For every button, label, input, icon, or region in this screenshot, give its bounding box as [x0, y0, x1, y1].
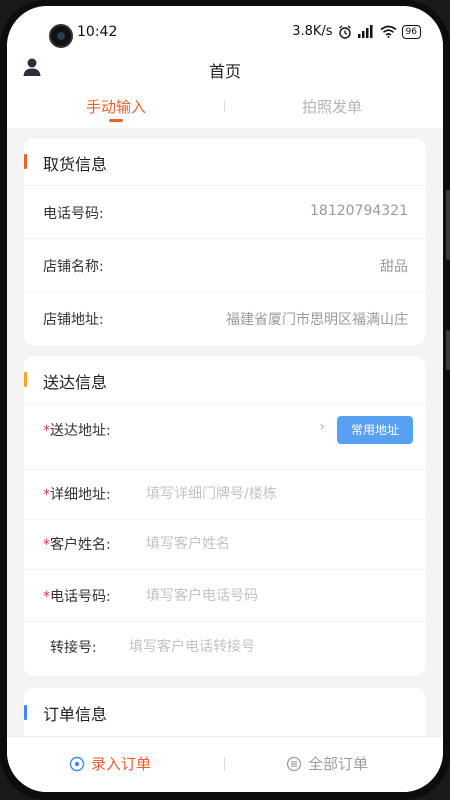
screen: 10:42 3.8K/s 96 首页 手动输入 拍照发单 取货信息 电话号码: … [7, 6, 443, 792]
order-card-header: 订单信息 [24, 688, 425, 736]
order-accent-bar [24, 705, 27, 720]
extension-row: 转接号: [24, 622, 425, 674]
customer-name-label: *客户姓名: [43, 534, 111, 554]
delivery-address-label-text: 送达地址: [50, 423, 111, 439]
delivery-card-header: 送达信息 [24, 356, 425, 404]
required-mark: * [43, 487, 50, 503]
shop-address-row: 店铺地址: 福建省厦门市思明区福满山庄 [24, 292, 425, 345]
pickup-phone-value: 18120794321 [310, 203, 408, 219]
volume-button [446, 190, 450, 260]
extension-label: 转接号: [50, 640, 97, 656]
detail-address-input[interactable] [146, 481, 396, 507]
nav-divider [224, 757, 225, 771]
list-icon [286, 756, 302, 771]
nav-record-order-label: 录入订单 [91, 755, 152, 773]
customer-phone-row: *电话号码: [24, 570, 425, 622]
customer-name-label-text: 客户姓名: [50, 537, 111, 553]
nav-record-order[interactable]: 录入订单 [69, 753, 151, 774]
order-card-title: 订单信息 [43, 705, 108, 724]
delivery-card-title: 送达信息 [43, 373, 108, 392]
pickup-info-card: 取货信息 电话号码: 18120794321 店铺名称: 甜品 店铺地址: 福建… [24, 138, 425, 345]
tab-photo-order[interactable]: 拍照发单 [272, 96, 392, 117]
pickup-card-header: 取货信息 [24, 138, 425, 186]
customer-phone-label-text: 电话号码: [50, 589, 111, 605]
delivery-accent-bar [24, 372, 27, 387]
phone-frame: 10:42 3.8K/s 96 首页 手动输入 拍照发单 取货信息 电话号码: … [0, 0, 450, 800]
page-title: 首页 [208, 62, 241, 81]
shop-name-row: 店铺名称: 甜品 [24, 239, 425, 292]
status-indicators: 3.8K/s 96 [292, 24, 421, 39]
record-icon [69, 756, 85, 771]
extension-input[interactable] [129, 634, 379, 660]
wifi-icon [380, 25, 397, 38]
tab-bar: 手动输入 拍照发单 [7, 88, 443, 128]
common-address-button[interactable]: 常用地址 [337, 416, 413, 444]
detail-address-label: *详细地址: [43, 484, 111, 504]
front-camera [49, 24, 73, 48]
shop-address-value: 福建省厦门市思明区福满山庄 [226, 312, 408, 328]
delivery-info-card: 送达信息 *送达地址: › 常用地址 *详细地址: *客户姓名: *电话号码: … [24, 356, 425, 676]
detail-address-label-text: 详细地址: [50, 487, 111, 503]
signal-icon [357, 25, 373, 38]
app-header: 首页 [7, 50, 443, 88]
status-time: 10:42 [77, 24, 118, 40]
delivery-address-row[interactable]: *送达地址: › 常用地址 [24, 404, 425, 470]
detail-address-row: *详细地址: [24, 470, 425, 520]
tab-manual-input[interactable]: 手动输入 [56, 96, 176, 117]
customer-name-row: *客户姓名: [24, 520, 425, 570]
customer-phone-label: *电话号码: [43, 586, 111, 606]
required-mark: * [43, 589, 50, 605]
battery-icon: 96 [401, 24, 421, 39]
bottom-nav: 录入订单 全部订单 [7, 736, 443, 792]
shop-address-label: 店铺地址: [43, 312, 104, 328]
tab-active-indicator [109, 119, 123, 122]
tab-divider [224, 100, 225, 112]
shop-name-label: 店铺名称: [43, 259, 104, 275]
pickup-phone-row: 电话号码: 18120794321 [24, 186, 425, 239]
net-speed: 3.8K/s [292, 24, 333, 39]
alarm-icon [338, 24, 351, 39]
delivery-address-label: *送达地址: [43, 420, 111, 440]
nav-all-orders[interactable]: 全部订单 [286, 753, 368, 774]
pickup-card-title: 取货信息 [43, 155, 108, 174]
pickup-phone-label: 电话号码: [43, 206, 104, 222]
power-button [446, 330, 450, 370]
customer-name-input[interactable] [146, 531, 396, 557]
status-bar: 10:42 3.8K/s 96 [7, 6, 443, 50]
nav-all-orders-label: 全部订单 [308, 755, 369, 773]
customer-phone-input[interactable] [146, 583, 396, 609]
required-mark: * [43, 423, 50, 439]
shop-name-value: 甜品 [380, 259, 408, 275]
pickup-accent-bar [24, 154, 27, 169]
required-mark: * [43, 537, 50, 553]
chevron-right-icon[interactable]: › [319, 419, 325, 435]
